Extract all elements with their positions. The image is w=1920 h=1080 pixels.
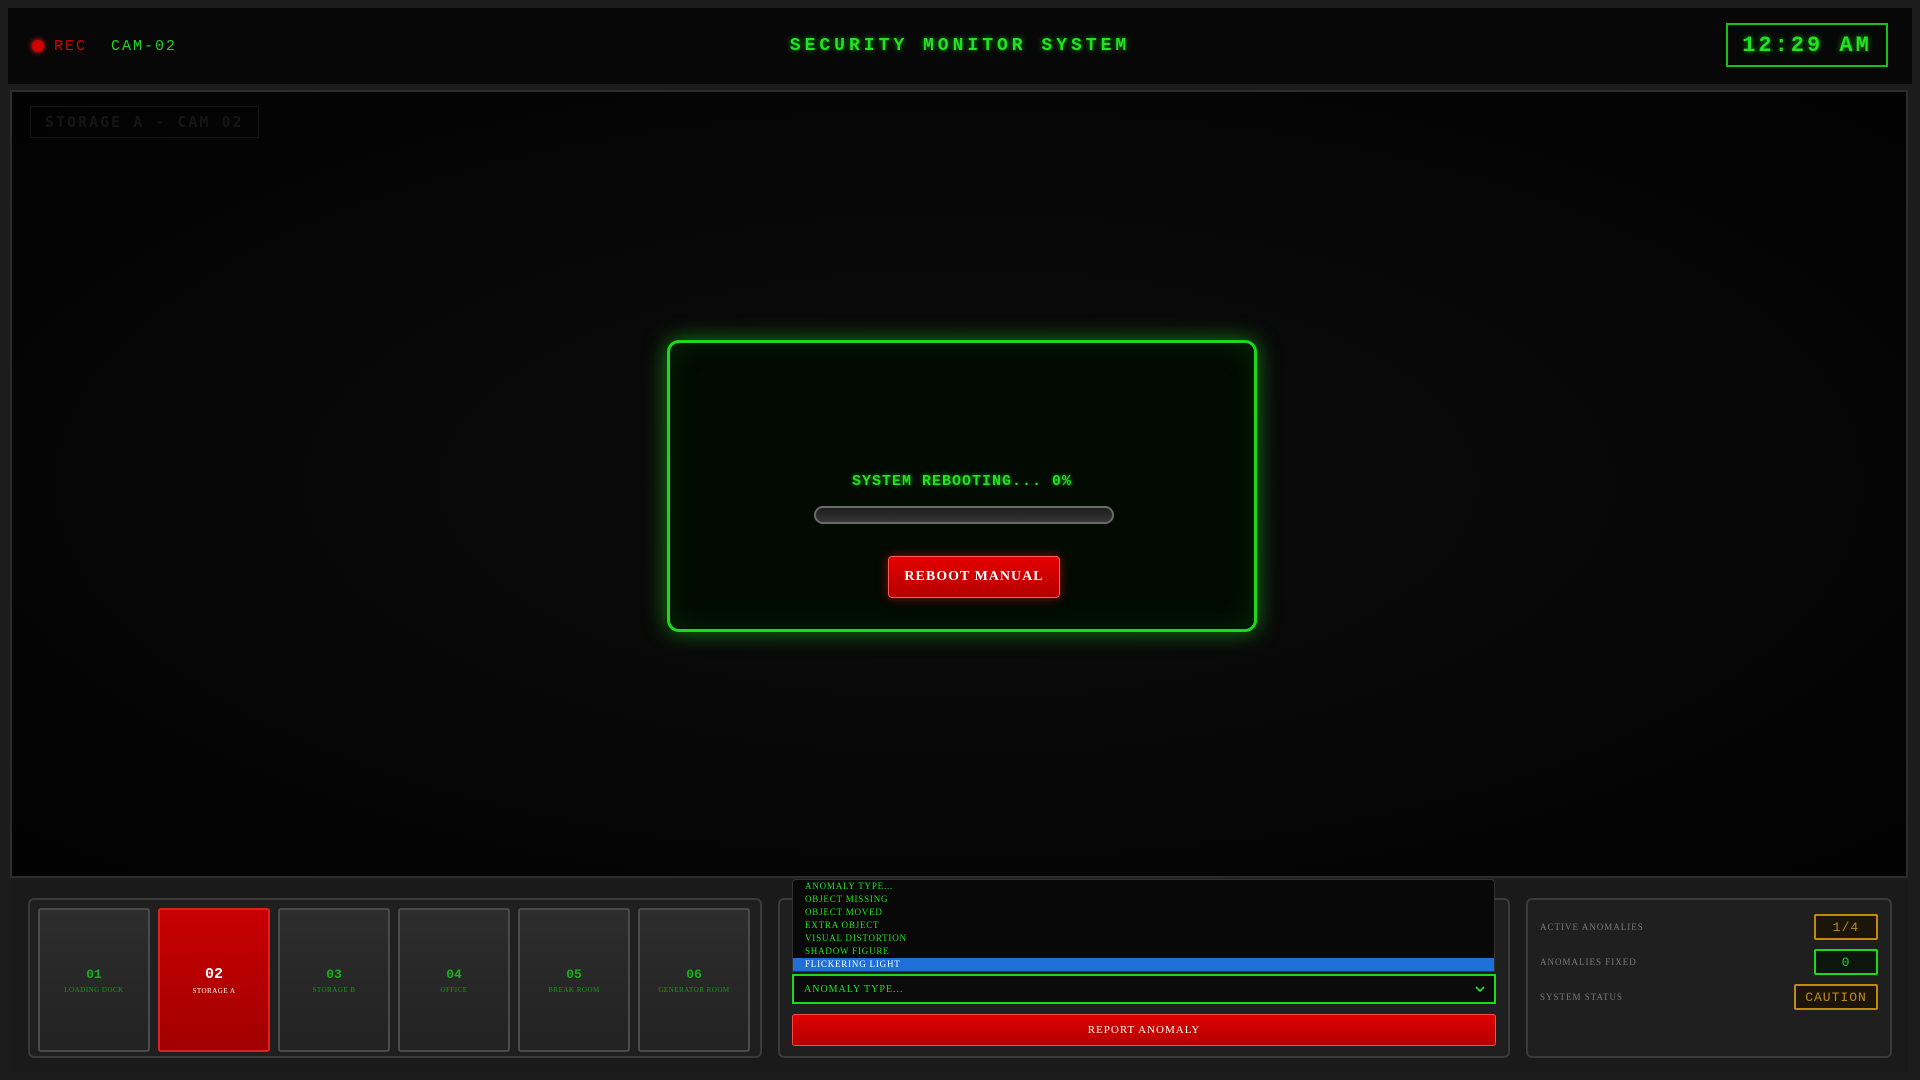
clock-display: 12:29 AM [1726,23,1888,67]
camera-button-02[interactable]: 02 STORAGE A [158,908,270,1052]
chevron-down-icon [1475,986,1485,993]
camera-button-03[interactable]: 03 STORAGE B [278,908,390,1052]
camera-name: BREAK ROOM [548,985,600,994]
dropdown-option-highlighted[interactable]: FLICKERING LIGHT [793,958,1494,971]
dropdown-option[interactable]: ANOMALY TYPE... [793,880,1494,893]
camera-name: OFFICE [440,985,468,994]
active-anomalies-row: ACTIVE ANOMALIES 1/4 [1540,914,1878,940]
camera-selector: 01 LOADING DOCK 02 STORAGE A 03 STORAGE … [28,898,762,1058]
dropdown-option[interactable]: OBJECT MOVED [793,906,1494,919]
camera-number: 04 [446,966,462,982]
camera-name: STORAGE A [192,986,236,995]
anomalies-fixed-label: ANOMALIES FIXED [1540,957,1637,967]
reboot-status-text: SYSTEM REBOOTING... 0% [851,473,1073,490]
camera-number: 01 [86,966,102,982]
camera-name: STORAGE B [312,985,356,994]
top-bar: REC CAM-02 SECURITY MONITOR SYSTEM 12:29… [8,8,1912,84]
camera-button-06[interactable]: 06 GENERATOR ROOM [638,908,750,1052]
camera-button-05[interactable]: 05 BREAK ROOM [518,908,630,1052]
camera-number: 03 [326,966,342,982]
anomaly-type-selected-value: ANOMALY TYPE... [804,983,904,995]
anomalies-fixed-value: 0 [1814,949,1878,975]
anomalies-fixed-row: ANOMALIES FIXED 0 [1540,949,1878,975]
camera-button-04[interactable]: 04 OFFICE [398,908,510,1052]
camera-number: 05 [566,966,582,982]
camera-number: 02 [204,965,223,983]
dropdown-option[interactable]: SHADOW FIGURE [793,945,1494,958]
camera-overlay-label: STORAGE A - CAM 02 [30,106,259,138]
dropdown-option[interactable]: VISUAL DISTORTION [793,932,1494,945]
camera-number: 06 [686,966,702,982]
status-panel: ACTIVE ANOMALIES 1/4 ANOMALIES FIXED 0 S… [1526,898,1892,1058]
anomaly-type-dropdown-list: ANOMALY TYPE... OBJECT MISSING OBJECT MO… [792,879,1495,972]
camera-feed: STORAGE A - CAM 02 SYSTEM REBOOTING... 0… [10,90,1908,878]
camera-button-01[interactable]: 01 LOADING DOCK [38,908,150,1052]
app-title: SECURITY MONITOR SYSTEM [789,36,1131,56]
reboot-progress-bar [814,506,1114,524]
dropdown-option[interactable]: OBJECT MISSING [793,893,1494,906]
camera-name: LOADING DOCK [64,985,124,994]
anomaly-type-select[interactable]: ANOMALY TYPE... [792,974,1496,1004]
system-status-row: SYSTEM STATUS CAUTION [1540,984,1878,1010]
reboot-dialog: SYSTEM REBOOTING... 0% REBOOT MANUAL [667,340,1257,632]
system-status-label: SYSTEM STATUS [1540,992,1624,1002]
active-anomalies-label: ACTIVE ANOMALIES [1540,922,1644,932]
camera-name: GENERATOR ROOM [658,985,730,994]
report-anomaly-button[interactable]: REPORT ANOMALY [792,1014,1496,1046]
system-status-value: CAUTION [1794,984,1878,1010]
dropdown-option[interactable]: EXTRA OBJECT [793,919,1494,932]
reboot-manual-button[interactable]: REBOOT MANUAL [888,556,1060,598]
active-anomalies-value: 1/4 [1814,914,1878,940]
